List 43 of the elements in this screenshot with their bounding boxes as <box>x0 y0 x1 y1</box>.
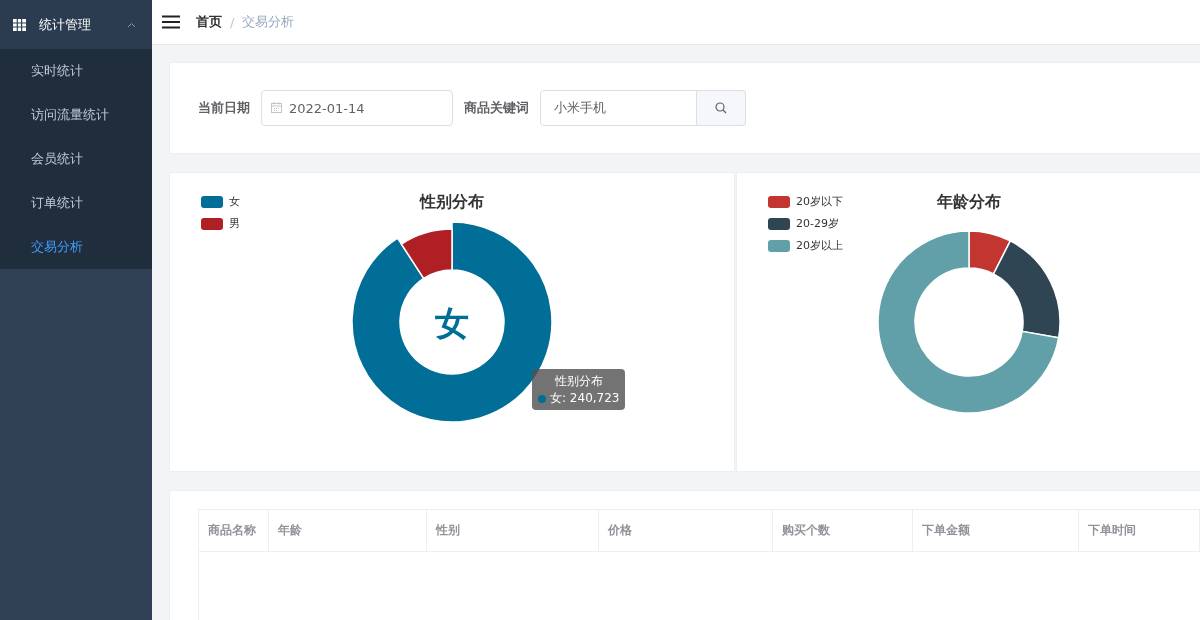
breadcrumb-separator: / <box>230 14 235 30</box>
chart-title: 性别分布 <box>420 192 484 212</box>
donut-slice[interactable] <box>400 228 453 280</box>
column-header: 下单金额 <box>913 510 1079 551</box>
sidebar-item[interactable]: 访问流量统计 <box>0 93 152 137</box>
legend-label[interactable]: 20岁以上 <box>796 238 843 253</box>
tooltip-value: 女: 240,723 <box>550 390 620 407</box>
legend-label[interactable]: 20岁以下 <box>796 194 843 209</box>
keyword-field[interactable]: 小米手机 <box>540 90 697 126</box>
menu-icon[interactable] <box>162 15 180 29</box>
column-header: 年龄 <box>269 510 427 551</box>
column-header: 商品名称 <box>199 510 269 551</box>
legend-swatch[interactable] <box>201 217 223 230</box>
column-header: 价格 <box>599 510 773 551</box>
sidebar-item[interactable]: 交易分析 <box>0 225 152 269</box>
chart-title: 年龄分布 <box>936 192 1001 212</box>
date-label: 当前日期 <box>198 99 250 117</box>
donut-slice[interactable] <box>992 240 1061 339</box>
search-icon <box>715 102 727 114</box>
column-header: 购买个数 <box>773 510 913 551</box>
sidebar-item[interactable]: 实时统计 <box>0 49 152 93</box>
sidebar-item[interactable]: 订单统计 <box>0 181 152 225</box>
legend-label[interactable]: 20-29岁 <box>796 216 839 231</box>
grid-icon <box>13 18 26 31</box>
donut-center-label: 女 <box>435 303 469 343</box>
legend-swatch[interactable] <box>768 217 790 230</box>
legend-swatch[interactable] <box>768 239 790 252</box>
breadcrumb-current: 交易分析 <box>242 13 295 31</box>
menu-group[interactable]: 统计管理 <box>0 0 152 49</box>
legend-label[interactable]: 女 <box>229 194 240 209</box>
donut-slice[interactable] <box>967 230 1011 275</box>
donut-slice[interactable] <box>876 230 1059 414</box>
sidebar-item[interactable]: 会员统计 <box>0 137 152 181</box>
tooltip-title: 性别分布 <box>554 373 603 390</box>
legend-swatch[interactable] <box>768 195 790 208</box>
date-field[interactable]: 2022-01-14 <box>261 90 453 126</box>
column-header: 下单时间 <box>1079 510 1200 551</box>
legend-label[interactable]: 男 <box>229 216 240 231</box>
legend-swatch[interactable] <box>201 195 223 208</box>
column-header: 性别 <box>427 510 599 551</box>
breadcrumb-link[interactable]: 首页 <box>196 13 222 31</box>
keyword-label: 商品关键词 <box>464 99 529 117</box>
caret-icon <box>127 21 136 28</box>
